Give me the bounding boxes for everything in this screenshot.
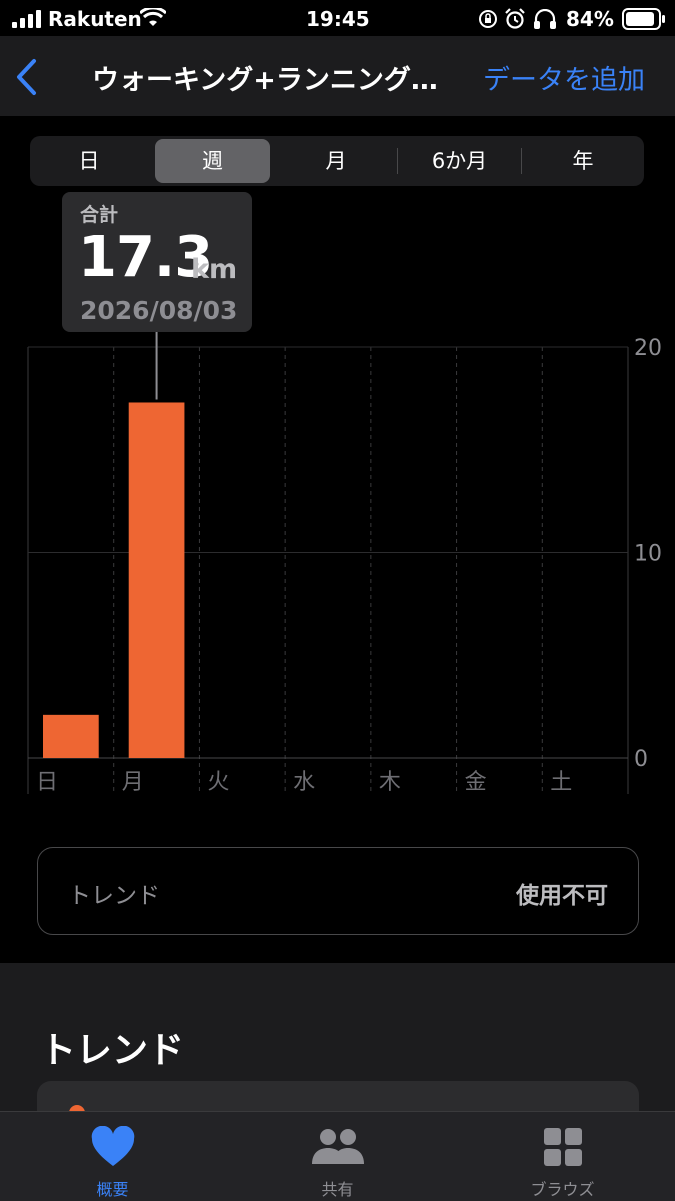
grid-icon xyxy=(543,1128,582,1166)
period-segmented-control: 日 週 月 6か月 年 xyxy=(30,136,644,186)
x-tick-label: 金 xyxy=(465,770,487,795)
distance-bar-chart[interactable]: 0 10 20 日 月 火 水 木 金 土 xyxy=(0,330,675,800)
x-tick-label: 水 xyxy=(293,770,315,795)
tooltip-date: 2026/08/03 xyxy=(80,296,238,325)
tab-bar: 概要 共有 ブラウズ xyxy=(0,1111,675,1201)
y-tick-label: 20 xyxy=(634,336,662,361)
navigation-bar: ウォーキング+ランニング… データを追加 xyxy=(0,36,675,116)
status-bar: Rakuten 19:45 84% xyxy=(0,0,675,36)
signal-icon xyxy=(12,10,41,28)
segment-year[interactable]: 年 xyxy=(522,136,644,186)
tab-sharing-label: 共有 xyxy=(321,1180,354,1199)
x-tick-label: 木 xyxy=(379,770,401,795)
tab-summary[interactable]: 概要 xyxy=(0,1112,225,1201)
chart-bar[interactable] xyxy=(128,402,185,758)
y-tick-label: 0 xyxy=(634,747,648,772)
x-tick-label: 日 xyxy=(36,770,58,795)
headphones-icon xyxy=(534,9,556,29)
battery-percent: 84% xyxy=(566,7,614,31)
add-data-button[interactable]: データを追加 xyxy=(483,58,645,97)
trend-status: 使用不可 xyxy=(516,883,608,909)
trends-heading: トレンド xyxy=(40,1030,185,1071)
tab-sharing[interactable]: 共有 xyxy=(225,1112,450,1201)
tooltip-unit: km xyxy=(191,254,238,285)
heart-icon xyxy=(91,1125,134,1166)
x-tick-label: 土 xyxy=(550,770,572,795)
chevron-left-icon[interactable] xyxy=(14,58,40,96)
segment-six-months[interactable]: 6か月 xyxy=(398,136,521,186)
segment-week[interactable]: 週 xyxy=(155,136,270,186)
orientation-lock-icon xyxy=(479,10,497,28)
status-time: 19:45 xyxy=(306,7,370,31)
selected-value-tooltip: 合計 17.3 km 2026/08/03 xyxy=(62,192,252,332)
x-tick-label: 月 xyxy=(122,770,144,795)
y-tick-label: 10 xyxy=(634,542,662,567)
people-icon xyxy=(311,1129,364,1164)
tooltip-label: 合計 xyxy=(80,204,119,226)
wifi-icon xyxy=(140,8,166,26)
x-tick-label: 火 xyxy=(207,770,229,795)
tab-browse-label: ブラウズ xyxy=(530,1180,595,1199)
tab-summary-label: 概要 xyxy=(96,1180,129,1199)
chart-bar[interactable] xyxy=(43,714,99,758)
trend-summary-card[interactable]: トレンド 使用不可 xyxy=(37,847,639,935)
battery-icon xyxy=(622,8,665,30)
carrier-name: Rakuten xyxy=(48,7,142,31)
page-title: ウォーキング+ランニング… xyxy=(92,65,438,96)
trend-label: トレンド xyxy=(68,883,160,909)
alarm-icon xyxy=(505,8,525,29)
segment-day[interactable]: 日 xyxy=(30,136,148,186)
segment-month[interactable]: 月 xyxy=(275,136,397,186)
tab-browse[interactable]: ブラウズ xyxy=(450,1112,675,1201)
